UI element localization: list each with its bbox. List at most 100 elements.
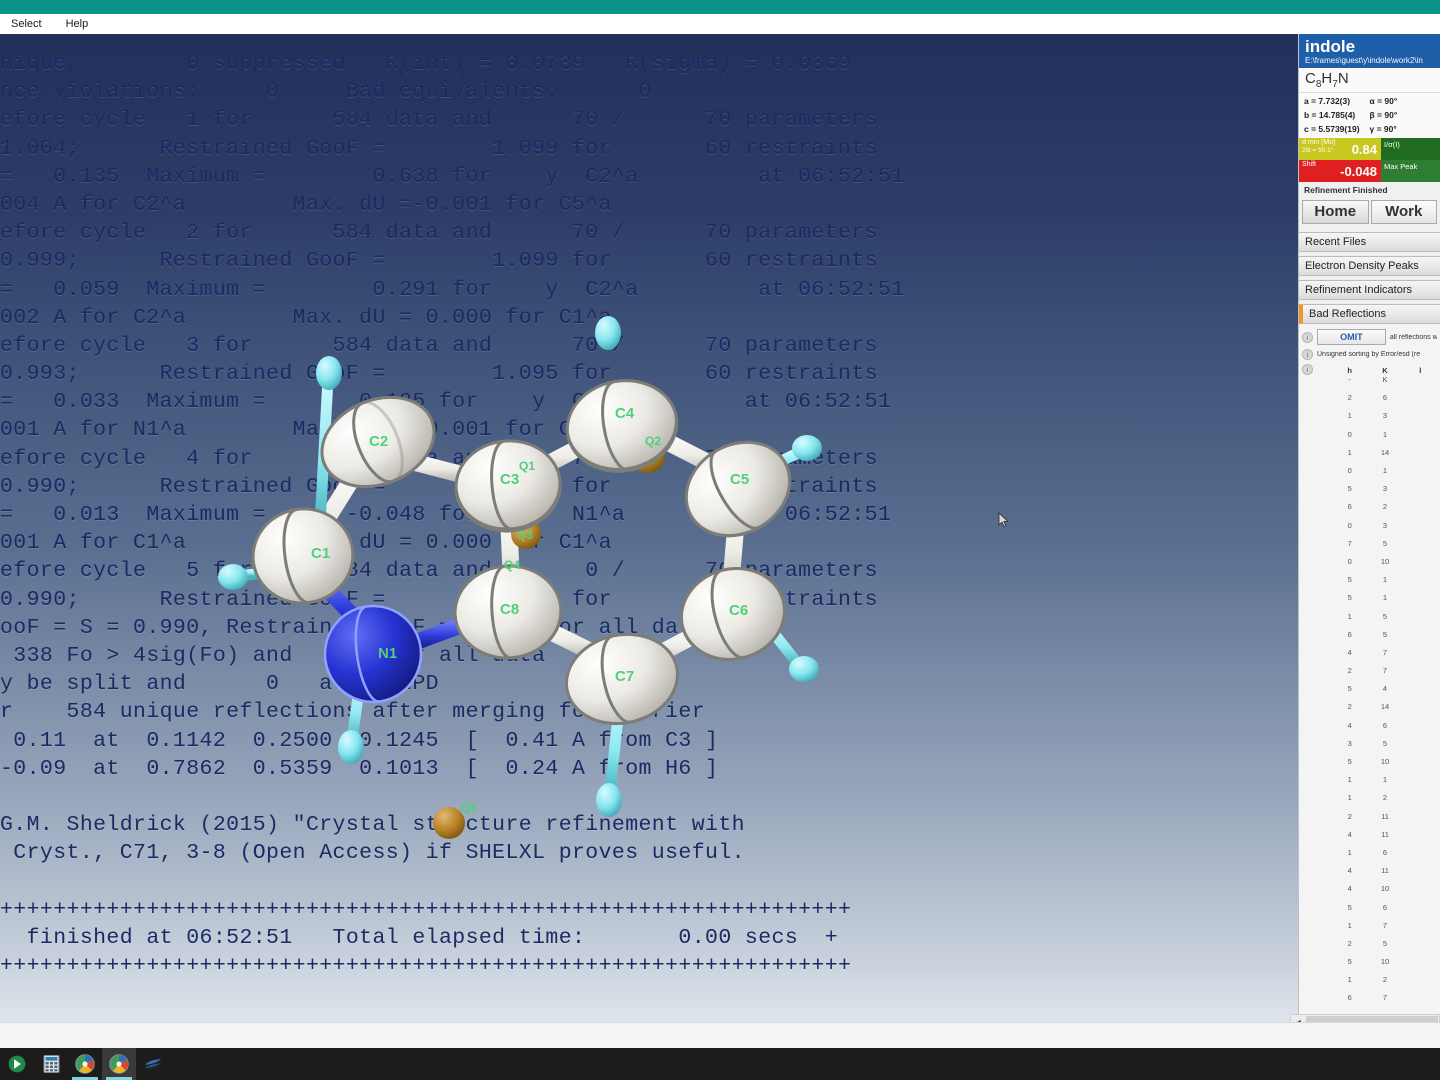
hkl-table-row[interactable]: 01 (1317, 466, 1437, 484)
taskbar-olex2-window-1[interactable] (68, 1048, 102, 1080)
shift-box: Shift -0.048 (1299, 160, 1381, 182)
log-line: r 584 unique reflections after merging f… (0, 700, 706, 725)
shelxl-log-text: nique, 0 suppressed R(int) = 0.0739 R(si… (0, 34, 1298, 1022)
log-line: ++++++++++++++++++++++++++++++++++++++++… (0, 897, 852, 922)
shift-value: -0.048 (1340, 164, 1377, 179)
hkl-table-row[interactable]: 5 10 (1317, 757, 1437, 775)
hkl-table: h K l -K 26 13 01 1 14 01 53 62 03 75 0 10… (1317, 364, 1437, 1022)
log-line: ooF = S = 0.990, Restrained GooF = 1.095… (0, 615, 706, 640)
hkl-table-row[interactable]: 16 (1317, 848, 1437, 866)
refinement-status: Refinement Finished (1299, 182, 1440, 198)
hkl-table-row[interactable]: 75 (1317, 539, 1437, 557)
cell-gamma: γ = 90° (1369, 124, 1397, 134)
hkl-table-row[interactable]: 4 10 (1317, 884, 1437, 902)
hkl-col-l: l (1419, 366, 1422, 375)
shift-label: Shift (1302, 161, 1317, 168)
right-sidebar[interactable]: indole E:\frames\guest\y\indole\work2\in… (1298, 34, 1440, 1022)
hkl-table-row[interactable]: 56 (1317, 903, 1437, 921)
hkl-table-row[interactable]: 25 (1317, 939, 1437, 957)
dmin-theta: 2Θ = 50.1° (1302, 147, 1334, 154)
hkl-table-row[interactable]: 17 (1317, 921, 1437, 939)
hkl-table-row[interactable]: 11 (1317, 775, 1437, 793)
molecule-viewport[interactable]: nique, 0 suppressed R(int) = 0.0739 R(si… (0, 34, 1298, 1022)
app-window: Select Help nique, 0 suppressed R(int) =… (0, 0, 1440, 1080)
hkl-table-row[interactable]: 1 14 (1317, 448, 1437, 466)
hkl-table-row[interactable]: 51 (1317, 593, 1437, 611)
section-bad-reflections[interactable]: Bad Reflections (1299, 304, 1440, 324)
log-line: nique, 0 suppressed R(int) = 0.0739 R(si… (0, 52, 852, 76)
menu-item-help[interactable]: Help (63, 17, 92, 31)
cell-beta: β = 90° (1369, 110, 1398, 120)
log-line: = 0.059 Maximum = 0.291 for y C2^a at 06… (0, 277, 905, 302)
info-icon-hkl[interactable]: i (1302, 364, 1313, 375)
hkl-table-header: h K l (1317, 366, 1437, 375)
olex2-icon (75, 1054, 95, 1074)
log-line: 1.004; Restrained GooF = 1.099 for 60 re… (0, 136, 878, 161)
taskbar[interactable] (0, 1048, 1440, 1080)
omit-button[interactable]: OMIT (1317, 329, 1386, 345)
hkl-table-row[interactable]: 12 (1317, 975, 1437, 993)
editor-icon (145, 1059, 161, 1068)
log-line: 0.990; Restrained GooF = 1.095 for 60 re… (0, 474, 878, 499)
hkl-table-row[interactable]: 01 (1317, 430, 1437, 448)
section-electron-density-peaks[interactable]: Electron Density Peaks (1299, 256, 1440, 276)
hkl-table-row[interactable]: 0 10 (1317, 557, 1437, 575)
start-icon (8, 1055, 26, 1073)
section-recent-files[interactable]: Recent Files (1299, 232, 1440, 252)
hkl-table-row[interactable]: 47 (1317, 648, 1437, 666)
hkl-table-row[interactable]: 65 (1317, 630, 1437, 648)
section-refinement-indicators[interactable]: Refinement Indicators (1299, 280, 1440, 300)
hkl-table-row[interactable]: 35 (1317, 739, 1437, 757)
hkl-table-row[interactable]: 214 (1317, 702, 1437, 720)
taskbar-olex2-window-2[interactable] (102, 1048, 136, 1080)
info-icon-sorting[interactable]: i (1302, 349, 1313, 360)
tab-work[interactable]: Work (1370, 200, 1437, 224)
taskbar-calculator-button[interactable] (34, 1048, 68, 1080)
log-line: efore cycle 3 for 584 data and 70 / 70 p… (0, 333, 878, 358)
calculator-icon (43, 1055, 59, 1073)
hkl-table-row[interactable]: 54 (1317, 684, 1437, 702)
log-line: ++++++++++++++++++++++++++++++++++++++++… (0, 954, 852, 978)
log-line: 001 A for N1^a Max. dU = 0.001 for C2^a (0, 418, 612, 443)
dmin-label: d min (Mo) (1302, 139, 1336, 146)
hkl-table-row[interactable]: 67 (1317, 993, 1437, 1011)
max-peak-box: Max Peak (1381, 160, 1440, 182)
hkl-table-row[interactable]: 4 11 (1317, 866, 1437, 884)
hkl-table-row[interactable]: 46 (1317, 721, 1437, 739)
omit-description: all reflections wi (1389, 333, 1437, 341)
formula-h: H (1321, 70, 1333, 87)
hkl-table-row[interactable]: 51 (1317, 575, 1437, 593)
log-line: = 0.033 Maximum = 0.125 for y C2^a at 06… (0, 390, 892, 415)
log-line: 0.11 at 0.1142 0.2500 0.1245 [ 0.41 A fr… (0, 728, 719, 753)
structure-header: indole E:\frames\guest\y\indole\work2\in (1299, 34, 1440, 68)
stat-row-shift: Shift -0.048 Max Peak (1299, 160, 1440, 182)
log-line: 338 Fo > 4sig(Fo) and 586 for all data (0, 643, 546, 668)
title-accent-bar (0, 0, 1440, 14)
taskbar-start-button[interactable] (0, 1048, 34, 1080)
hkl-table-row[interactable]: 62 (1317, 502, 1437, 520)
hkl-table-row[interactable]: 53 (1317, 484, 1437, 502)
olex2-icon-active (109, 1054, 129, 1074)
log-line: = 0.013 Maximum = -0.048 for y N1^a at 0… (0, 503, 892, 527)
hkl-table-row[interactable]: 03 (1317, 521, 1437, 539)
hkl-table-row[interactable]: 15 (1317, 612, 1437, 630)
tab-home[interactable]: Home (1302, 200, 1369, 224)
hkl-table-row[interactable]: -K (1317, 375, 1437, 393)
hkl-table-row[interactable]: 13 (1317, 411, 1437, 429)
hkl-table-row[interactable]: 2 11 (1317, 812, 1437, 830)
cell-c: c = 5.5739(19) (1304, 124, 1360, 134)
log-line: finished at 06:52:51 Total elapsed time:… (0, 925, 839, 950)
log-line: -0.09 at 0.7862 0.5359 0.1013 [ 0.24 A f… (0, 756, 719, 781)
desktop-strip (0, 1022, 1440, 1048)
taskbar-editor-button[interactable] (136, 1048, 170, 1080)
bad-reflections-panel: i OMIT all reflections wi i Unsigned sor… (1299, 324, 1440, 1022)
hkl-table-row[interactable]: 27 (1317, 666, 1437, 684)
hkl-table-row[interactable]: 26 (1317, 393, 1437, 411)
hkl-table-row[interactable]: 5 10 (1317, 957, 1437, 975)
log-line: 001 A for C1^a Max. dU = 0.000 for C1^a (0, 531, 612, 556)
log-line: y be split and 0 atoms NPD (0, 672, 439, 697)
hkl-table-row[interactable]: 4 11 (1317, 830, 1437, 848)
info-icon-omit[interactable]: i (1302, 331, 1313, 343)
menu-item-select[interactable]: Select (8, 17, 45, 31)
hkl-table-row[interactable]: 12 (1317, 793, 1437, 811)
